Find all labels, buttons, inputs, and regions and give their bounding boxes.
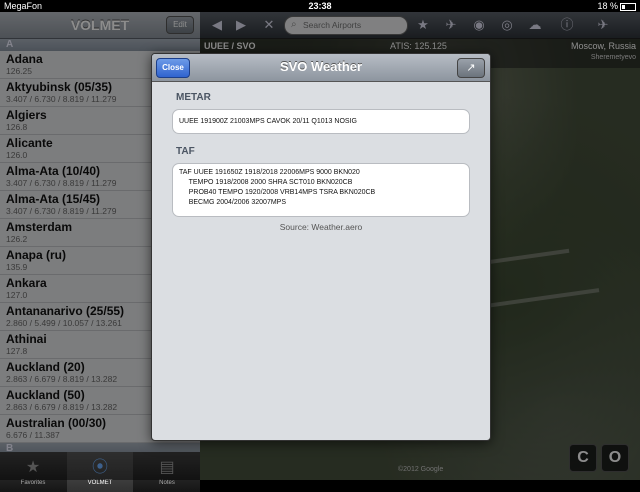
weather-modal: Close SVO Weather ↗ METAR UUEE 191900Z 2… — [151, 53, 491, 441]
taf-box: TAF UUEE 191650Z 1918/2018 22006MPS 9000… — [172, 163, 470, 217]
battery-icon — [620, 2, 636, 11]
share-button[interactable]: ↗ — [457, 58, 485, 78]
tab-label: VOLMET — [87, 480, 113, 486]
metar-label: METAR — [176, 92, 211, 103]
clock: 23:38 — [308, 1, 332, 11]
status-bar: MegaFon 23:38 18 % — [0, 0, 640, 12]
taf-text: TAF UUEE 191650Z 1918/2018 22006MPS 9000… — [179, 169, 376, 206]
modal-header: Close SVO Weather ↗ — [152, 54, 490, 82]
metar-box: UUEE 191900Z 21003MPS CAVOK 20/11 Q1013 … — [172, 109, 470, 134]
tab-label: Notes — [159, 480, 175, 486]
battery-percent: 18 % — [597, 1, 618, 11]
taf-label: TAF — [176, 146, 195, 157]
battery-indicator: 18 % — [597, 0, 636, 12]
metar-text: UUEE 191900Z 21003MPS CAVOK 20/11 Q1013 … — [179, 118, 357, 125]
modal-title: SVO Weather — [279, 59, 363, 74]
tab-label: Favorites — [20, 480, 46, 486]
share-icon: ↗ — [466, 62, 476, 74]
source-label: Source: Weather.aero — [279, 222, 363, 232]
